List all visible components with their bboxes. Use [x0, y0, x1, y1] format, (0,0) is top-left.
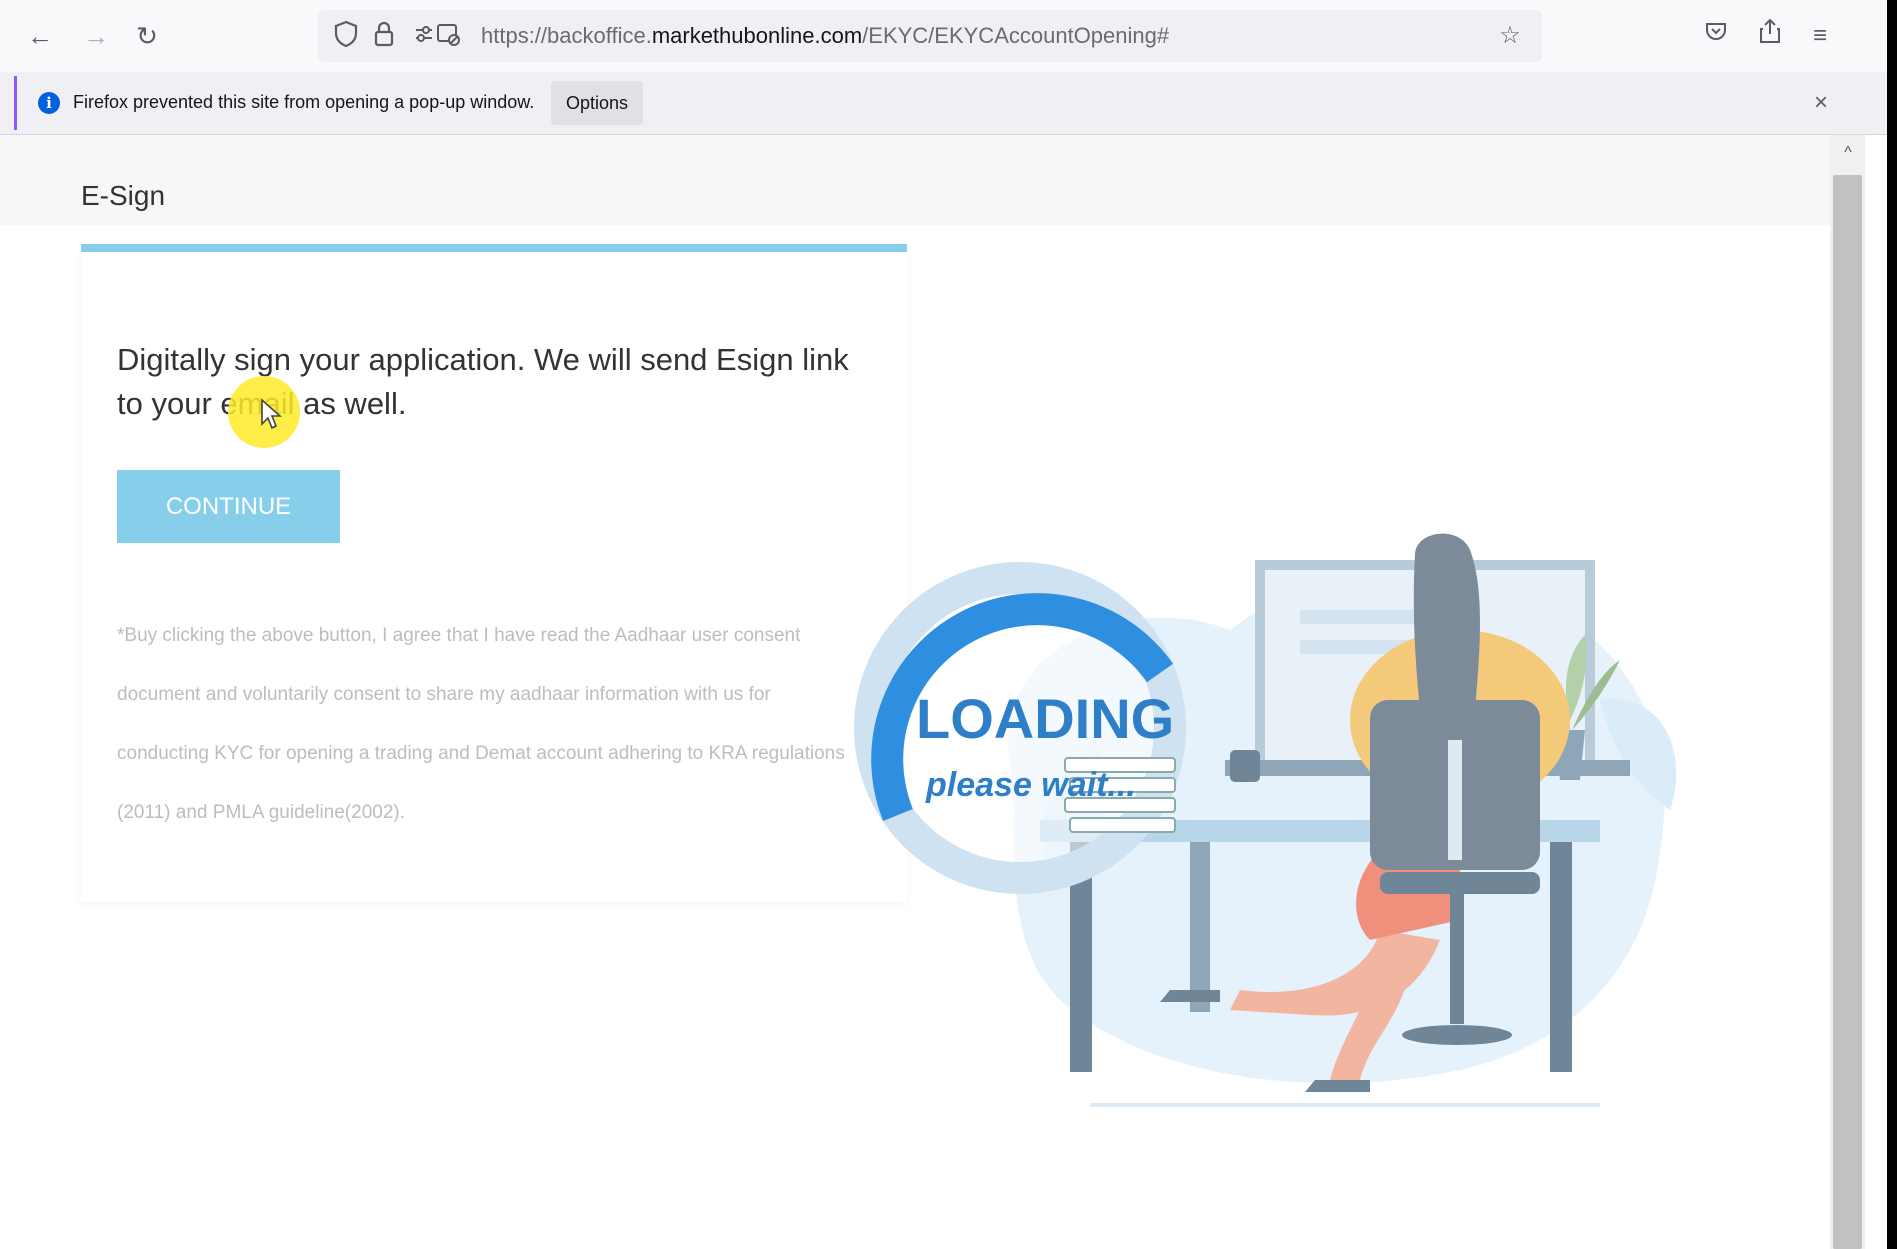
scrollbar-thumb[interactable] [1833, 175, 1862, 1249]
lock-icon[interactable] [368, 20, 400, 52]
loading-spinner: LOADING please wait... [854, 562, 1186, 894]
reload-icon[interactable]: ↻ [129, 18, 165, 54]
url-bar[interactable]: https://backoffice.markethubonline.com/E… [318, 10, 1542, 62]
back-arrow-icon[interactable]: ← [22, 18, 58, 54]
browser-toolbar: ← → ↻ https://backoffice.markethubonline… [0, 0, 1887, 72]
hamburger-menu-icon[interactable]: ≡ [1802, 18, 1838, 54]
scrollbar[interactable]: ^ [1830, 135, 1865, 1249]
url-prefix: https://backoffice. [481, 23, 652, 48]
popup-blocked-notification: i Firefox prevented this site from openi… [0, 72, 1887, 135]
mouse-cursor-icon [261, 398, 282, 430]
continue-button[interactable]: CONTINUE [117, 470, 340, 543]
star-icon[interactable]: ☆ [1494, 20, 1526, 52]
info-icon: i [38, 92, 60, 114]
browser-window: ← → ↻ https://backoffice.markethubonline… [0, 0, 1887, 1249]
title-underline [81, 244, 907, 252]
consent-disclaimer: *Buy clicking the above button, I agree … [117, 625, 845, 823]
share-icon[interactable] [1752, 18, 1788, 54]
notification-accent [14, 76, 17, 130]
scroll-up-icon[interactable]: ^ [1838, 143, 1858, 163]
notification-message: Firefox prevented this site from opening… [73, 92, 535, 112]
permissions-icon[interactable] [410, 20, 466, 52]
url-text[interactable]: https://backoffice.markethubonline.com/E… [481, 23, 1169, 49]
page-header-band [0, 135, 1830, 225]
forward-arrow-icon[interactable]: → [78, 18, 114, 54]
loading-title: LOADING [916, 687, 1174, 750]
page-title: E-Sign [81, 180, 166, 211]
url-path: /EKYC/EKYCAccountOpening# [862, 23, 1170, 48]
options-button[interactable]: Options [551, 81, 643, 125]
tracking-protection-icon[interactable] [330, 20, 362, 52]
pocket-icon[interactable] [1698, 18, 1734, 54]
close-icon[interactable]: × [1806, 88, 1836, 118]
url-domain: markethubonline.com [651, 23, 863, 48]
loading-subtitle: please wait... [925, 766, 1136, 804]
